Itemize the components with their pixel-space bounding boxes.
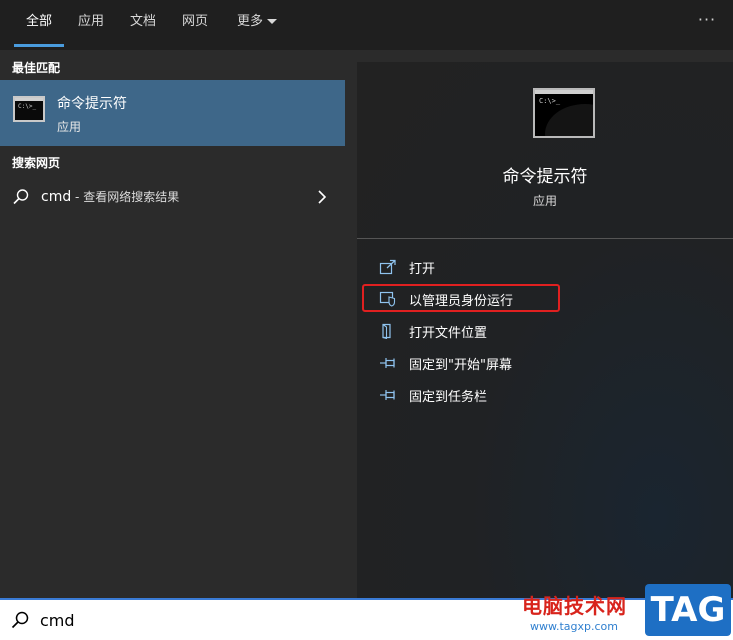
pin-icon bbox=[380, 390, 395, 400]
tab-apps[interactable]: 应用 bbox=[70, 0, 112, 46]
search-icon bbox=[13, 189, 29, 205]
action-open-label: 打开 bbox=[409, 262, 436, 277]
action-open-file-location[interactable]: 打开文件位置 bbox=[357, 316, 733, 346]
web-search-suffix: - 查看网络搜索结果 bbox=[71, 190, 180, 204]
watermark-url: www.tagxp.com bbox=[530, 620, 618, 633]
best-match-title: 命令提示符 bbox=[57, 96, 127, 112]
tab-all[interactable]: 全部 bbox=[14, 0, 64, 46]
detail-panel: C:\>_ 命令提示符 应用 打开 以管理员身份运行 打开文件位置 固定到"开始… bbox=[357, 62, 733, 598]
icon-shine bbox=[545, 104, 593, 136]
web-search-query: cmd bbox=[41, 189, 72, 205]
active-tab-indicator bbox=[14, 44, 64, 47]
best-match-subtitle: 应用 bbox=[57, 120, 82, 134]
start-search-window: 全部 应用 文档 网页 更多 ··· 最佳匹配 C:\>_ 命令提示符 应用 搜… bbox=[0, 0, 733, 640]
watermark-logo: TAG bbox=[645, 584, 731, 636]
best-match-header: 最佳匹配 bbox=[12, 61, 61, 75]
detail-app-subtitle: 应用 bbox=[532, 194, 557, 208]
web-search-result[interactable]: cmd - 查看网络搜索结果 bbox=[0, 182, 345, 212]
command-prompt-icon: C:\>_ bbox=[13, 96, 45, 122]
action-open-file-location-label: 打开文件位置 bbox=[409, 326, 488, 341]
pin-icon bbox=[380, 358, 395, 368]
tab-documents[interactable]: 文档 bbox=[122, 0, 164, 46]
icon-prompt-text: C:\>_ bbox=[18, 103, 37, 110]
action-open[interactable]: 打开 bbox=[357, 252, 733, 282]
action-pin-to-taskbar-label: 固定到任务栏 bbox=[409, 390, 488, 405]
detail-divider bbox=[357, 238, 733, 239]
tab-web[interactable]: 网页 bbox=[174, 0, 216, 46]
web-search-header: 搜索网页 bbox=[12, 156, 61, 170]
action-pin-to-start[interactable]: 固定到"开始"屏幕 bbox=[357, 348, 733, 378]
folder-location-icon bbox=[382, 323, 391, 339]
results-panel: 最佳匹配 C:\>_ 命令提示符 应用 搜索网页 cmd - 查看网络搜索结果 bbox=[0, 50, 345, 598]
search-input[interactable] bbox=[40, 608, 440, 632]
large-icon-titlebar bbox=[535, 90, 593, 94]
chevron-right-icon[interactable] bbox=[317, 188, 327, 206]
open-icon bbox=[379, 259, 396, 275]
watermark-site-name: 电脑技术网 bbox=[522, 594, 627, 618]
tab-more[interactable]: 更多 bbox=[228, 0, 286, 46]
command-prompt-large-icon: C:\>_ bbox=[533, 88, 595, 138]
icon-titlebar bbox=[15, 98, 43, 101]
caret-down-icon bbox=[267, 19, 277, 24]
web-search-term: cmd - 查看网络搜索结果 bbox=[41, 188, 179, 205]
search-icon bbox=[11, 611, 29, 629]
best-match-result[interactable]: C:\>_ 命令提示符 应用 bbox=[0, 80, 345, 146]
large-icon-prompt-text: C:\>_ bbox=[539, 97, 561, 105]
run-as-admin-highlight bbox=[362, 284, 560, 312]
tab-more-label: 更多 bbox=[236, 14, 263, 29]
detail-app-title: 命令提示符 bbox=[502, 167, 588, 187]
more-options-icon[interactable]: ··· bbox=[697, 0, 717, 44]
action-pin-to-start-label: 固定到"开始"屏幕 bbox=[409, 358, 512, 373]
action-pin-to-taskbar[interactable]: 固定到任务栏 bbox=[357, 380, 733, 410]
search-tab-bar: 全部 应用 文档 网页 更多 ··· bbox=[0, 0, 733, 50]
